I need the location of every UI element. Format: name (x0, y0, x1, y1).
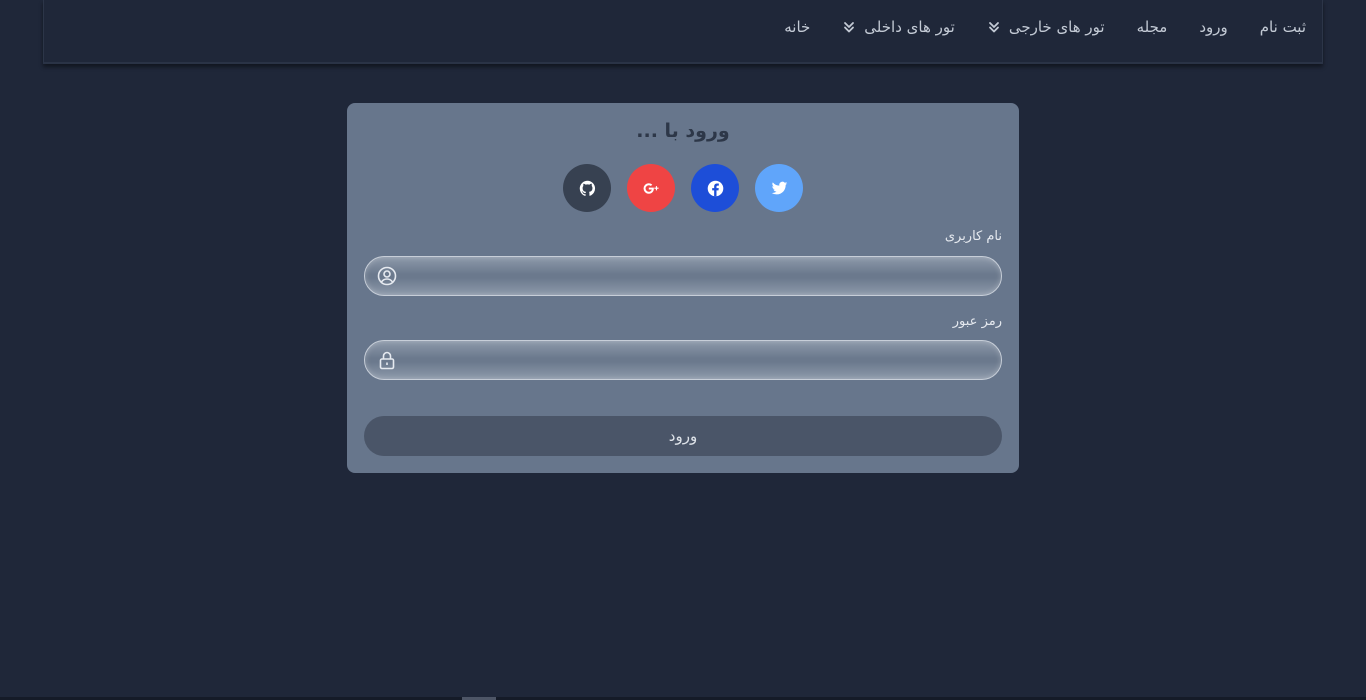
nav-item-register[interactable]: ثبت نام (1260, 18, 1306, 36)
login-title: ورود با ... (636, 120, 730, 142)
nav-item-home[interactable]: خانه (784, 18, 810, 36)
password-label: رمز عبور (952, 314, 1002, 329)
password-input[interactable] (405, 341, 985, 379)
username-input[interactable] (405, 257, 985, 295)
nav-item-label: خانه (784, 18, 811, 36)
google-plus-login-button[interactable] (627, 164, 675, 212)
lock-icon (379, 351, 395, 370)
facebook-login-button[interactable] (691, 164, 739, 212)
github-login-button[interactable] (563, 164, 611, 212)
facebook-icon (707, 180, 723, 196)
username-field (364, 256, 1002, 296)
login-card: ورود با ... نام کاربری رمز عبور ورود (347, 103, 1019, 473)
nav-item-label: تور های خارجی (1008, 18, 1105, 36)
user-circle-icon (377, 266, 397, 286)
nav-item-label: تور های داخلی (864, 18, 955, 36)
nav-item-magazine[interactable]: مجله (1137, 18, 1168, 36)
nav-item-domestic-tours[interactable]: تور های داخلی (842, 18, 955, 36)
nav-item-foreign-tours[interactable]: تور های خارجی (987, 18, 1105, 36)
nav-item-label: ورود (1199, 18, 1228, 36)
nav-item-label: مجله (1136, 18, 1168, 36)
nav-item-label: ثبت نام (1259, 18, 1306, 36)
login-submit-button[interactable]: ورود (364, 416, 1002, 456)
twitter-icon (771, 181, 787, 194)
nav-item-login[interactable]: ورود (1199, 18, 1227, 36)
top-navbar: ثبت نام ورود مجله تور های خارجی تور های … (43, 0, 1323, 64)
nav-menu: ثبت نام ورود مجله تور های خارجی تور های … (784, 18, 1306, 36)
password-field (364, 340, 1002, 380)
github-icon (579, 180, 595, 196)
username-label: نام کاربری (944, 229, 1002, 244)
chevron-double-down-icon (988, 22, 999, 33)
google-plus-icon (643, 182, 659, 194)
twitter-login-button[interactable] (755, 164, 803, 212)
chevron-double-down-icon (844, 22, 855, 33)
social-login-buttons (347, 164, 1019, 212)
